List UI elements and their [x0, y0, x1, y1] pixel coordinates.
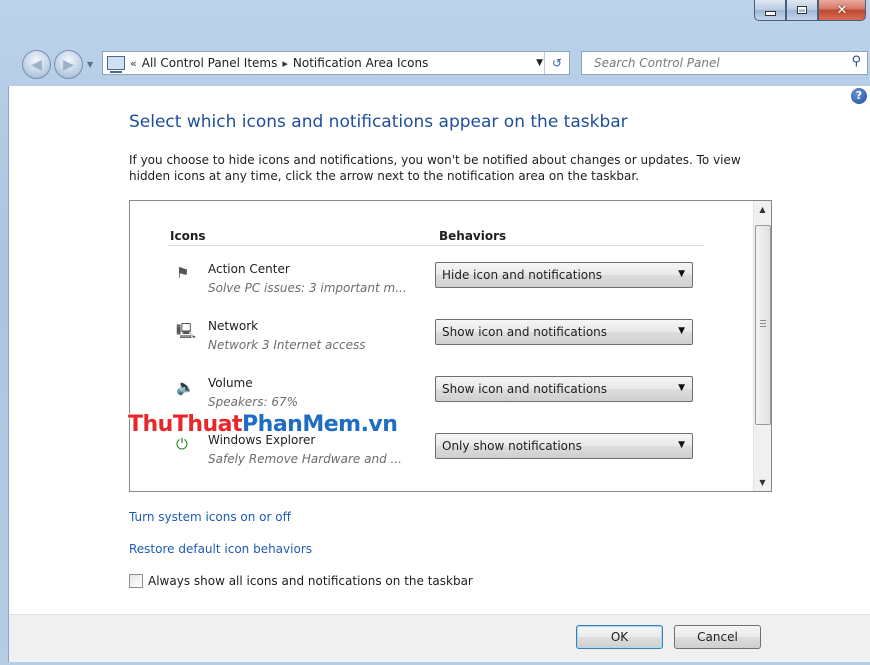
- chevron-down-icon: ▼: [678, 326, 685, 336]
- column-header-icons: Icons: [170, 229, 206, 243]
- chevron-right-icon[interactable]: ▸: [282, 57, 288, 70]
- address-dropdown-icon[interactable]: ▼: [536, 58, 543, 68]
- minimize-icon: [764, 10, 776, 16]
- network-icon: 🖳: [176, 322, 197, 340]
- close-icon: ✕: [836, 2, 848, 18]
- row-detail: Speakers: 67%: [208, 395, 299, 409]
- ok-button[interactable]: OK: [576, 625, 663, 649]
- maximize-button[interactable]: [786, 0, 818, 21]
- control-panel-icon: [107, 56, 125, 73]
- always-show-option[interactable]: Always show all icons and notifications …: [129, 574, 473, 588]
- refresh-button[interactable]: ↺: [544, 52, 569, 74]
- always-show-label[interactable]: Always show all icons and notifications …: [148, 574, 473, 588]
- column-header-behaviors: Behaviors: [439, 229, 507, 243]
- action-center-flag-icon: ⚑: [176, 264, 190, 282]
- forward-button[interactable]: ▶: [54, 50, 83, 79]
- behavior-select[interactable]: Show icon and notifications ▼: [435, 319, 693, 345]
- address-bar[interactable]: « All Control Panel Items ▸ Notification…: [102, 51, 570, 75]
- behavior-value: Show icon and notifications: [442, 325, 608, 339]
- usb-plug-icon: ⏻: [176, 435, 188, 453]
- behavior-select[interactable]: Hide icon and notifications ▼: [435, 262, 693, 288]
- chevron-down-icon: ▼: [678, 383, 685, 393]
- table-row: 🔈 Volume Speakers: 67% Show icon and not…: [130, 372, 740, 424]
- search-box: ⚲: [581, 51, 868, 75]
- header-divider: [168, 245, 704, 246]
- cancel-button[interactable]: Cancel: [674, 625, 761, 649]
- back-button[interactable]: ◀: [22, 50, 51, 79]
- row-detail: Solve PC issues: 3 important m...: [208, 281, 407, 295]
- title-bar[interactable]: ✕: [0, 0, 870, 40]
- scroll-down-icon[interactable]: ▼: [754, 474, 771, 491]
- scroll-thumb[interactable]: [755, 225, 771, 425]
- dialog-footer: OK Cancel: [8, 614, 870, 662]
- table-row: ⚑ Action Center Solve PC issues: 3 impor…: [130, 258, 740, 310]
- search-input[interactable]: [592, 52, 836, 74]
- search-icon[interactable]: ⚲: [851, 54, 861, 69]
- icons-list: Icons Behaviors ⚑ Action Center Solve PC…: [129, 200, 772, 492]
- minimize-button[interactable]: [754, 0, 786, 21]
- behavior-select[interactable]: Show icon and notifications ▼: [435, 376, 693, 402]
- breadcrumb-notification-area-icons[interactable]: Notification Area Icons: [293, 56, 428, 70]
- always-show-checkbox[interactable]: [129, 574, 143, 588]
- chevron-down-icon: ▼: [678, 269, 685, 279]
- vertical-scrollbar[interactable]: ▲ ▼: [753, 201, 771, 491]
- speaker-icon: 🔈: [176, 378, 195, 396]
- restore-default-link[interactable]: Restore default icon behaviors: [129, 542, 312, 556]
- main-content: ? Select which icons and notifications a…: [8, 86, 870, 614]
- row-detail: Network 3 Internet access: [208, 338, 366, 352]
- row-name: Windows Explorer: [208, 433, 316, 447]
- turn-system-icons-link[interactable]: Turn system icons on or off: [129, 510, 291, 524]
- refresh-icon: ↺: [551, 56, 563, 70]
- behavior-value: Only show notifications: [442, 439, 582, 453]
- chevron-down-icon: ▼: [678, 440, 685, 450]
- grip-icon: [760, 320, 766, 327]
- close-button[interactable]: ✕: [818, 0, 866, 21]
- table-row: 🖳 Network Network 3 Internet access Show…: [130, 315, 740, 367]
- chevron-double-left-icon[interactable]: «: [130, 57, 137, 70]
- maximize-icon: [797, 6, 807, 14]
- behavior-select[interactable]: Only show notifications ▼: [435, 433, 693, 459]
- page-title: Select which icons and notifications app…: [129, 112, 628, 132]
- navigation-bar: ◀ ▶ ▼ « All Control Panel Items ▸ Notifi…: [0, 44, 870, 82]
- forward-arrow-icon: ▶: [63, 56, 74, 73]
- scroll-up-icon[interactable]: ▲: [754, 201, 771, 218]
- page-description: If you choose to hide icons and notifica…: [129, 153, 741, 183]
- row-detail: Safely Remove Hardware and ...: [208, 452, 402, 466]
- help-icon[interactable]: ?: [851, 88, 867, 104]
- row-name: Volume: [208, 376, 253, 390]
- recent-pages-dropdown[interactable]: ▼: [87, 60, 97, 70]
- row-name: Network: [208, 319, 259, 333]
- breadcrumb-all-control-panel-items[interactable]: All Control Panel Items: [142, 56, 278, 70]
- table-row: ⏻ Windows Explorer Safely Remove Hardwar…: [130, 429, 740, 481]
- behavior-value: Hide icon and notifications: [442, 268, 602, 282]
- behavior-value: Show icon and notifications: [442, 382, 608, 396]
- row-name: Action Center: [208, 262, 290, 276]
- back-arrow-icon: ◀: [31, 56, 42, 73]
- window-controls: ✕: [754, 0, 866, 21]
